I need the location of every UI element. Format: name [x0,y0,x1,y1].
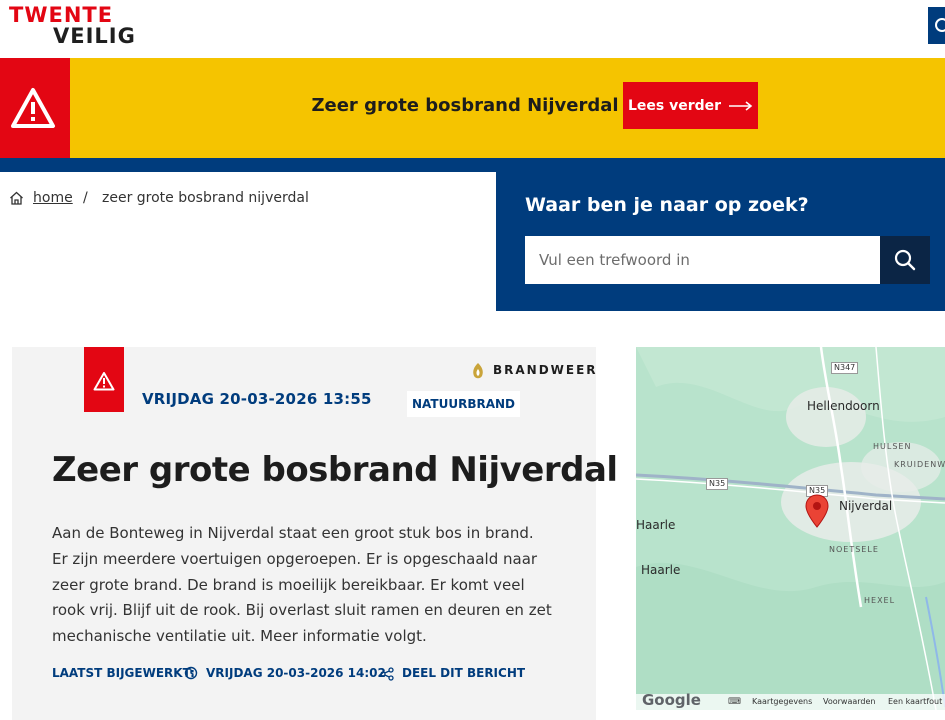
lees-verder-label: Lees verder [627,97,722,114]
location-pin-icon[interactable] [805,494,829,528]
logo-veilig[interactable]: VEILIG [53,25,136,47]
breadcrumb-home-link[interactable]: home [33,190,73,206]
logo-twente[interactable]: TWENTE [9,4,113,26]
map-label-haarle-1: Haarle [636,518,676,532]
search-input[interactable] [525,236,880,284]
last-updated-label: LAATST BIJGEWERKT: [52,666,195,680]
article-date: VRIJDAG 20-03-2026 13:55 [142,390,372,408]
breadcrumb-separator: / [83,190,88,206]
alert-icon-box [0,58,70,158]
map-label-hulsen: HULSEN [873,442,912,451]
search-submit-button[interactable] [880,236,930,284]
lees-verder-button[interactable]: Lees verder [623,82,758,129]
brandweer-logo-icon [473,363,483,379]
warning-triangle-icon [93,372,115,391]
map-label-hellendoorn: Hellendoorn [807,399,880,413]
road-shield-n347: N347 [831,362,859,374]
category-tag[interactable]: NATUURBRAND [407,391,520,417]
last-updated-date: VRIJDAG 20-03-2026 14:02 [206,666,386,680]
map-label-kruidenwijk: KRUIDENWIJ [894,460,945,469]
map-label-nijverdal: Nijverdal [839,499,893,513]
share-link[interactable]: DEEL DIT BERICHT [402,666,525,680]
search-icon [935,18,945,32]
map-data-link[interactable]: Kaartgegevens [752,697,812,706]
search-icon [894,249,916,271]
map[interactable]: N347 N35 N35 Hellendoorn HULSEN KRUIDENW… [636,347,945,710]
map-label-noetsele: NOETSELE [829,545,879,554]
arrow-right-icon [729,100,753,111]
header-search-button[interactable] [928,7,945,44]
share-icon [380,667,394,681]
google-logo: Google [642,691,701,709]
clock-icon [184,666,198,680]
home-icon [10,191,23,205]
warning-triangle-icon [11,88,55,128]
brandweer-source: BRANDWEER [493,363,598,377]
breadcrumb-current: zeer grote bosbrand nijverdal [102,190,309,206]
map-label-hexel: HEXEL [864,596,896,605]
map-report-link[interactable]: Een kaartfout [888,697,942,706]
article-alert-icon-box [84,347,124,412]
alert-title: Zeer grote bosbrand Nijverdal [311,95,619,116]
map-label-haarle-2: Haarle [641,563,681,577]
search-title: Waar ben je naar op zoek? [525,194,809,216]
keyboard-icon[interactable]: ⌨ [728,697,741,707]
map-terms-link[interactable]: Voorwaarden [823,697,876,706]
blue-strip [0,158,945,172]
article-title: Zeer grote bosbrand Nijverdal [52,450,618,490]
map-footer: Google ⌨ Kaartgegevens Voorwaarden Een k… [636,691,945,710]
map-background [636,347,945,710]
road-shield-n35-west: N35 [706,478,729,490]
article-body: Aan de Bonteweg in Nijverdal staat een g… [52,524,552,646]
